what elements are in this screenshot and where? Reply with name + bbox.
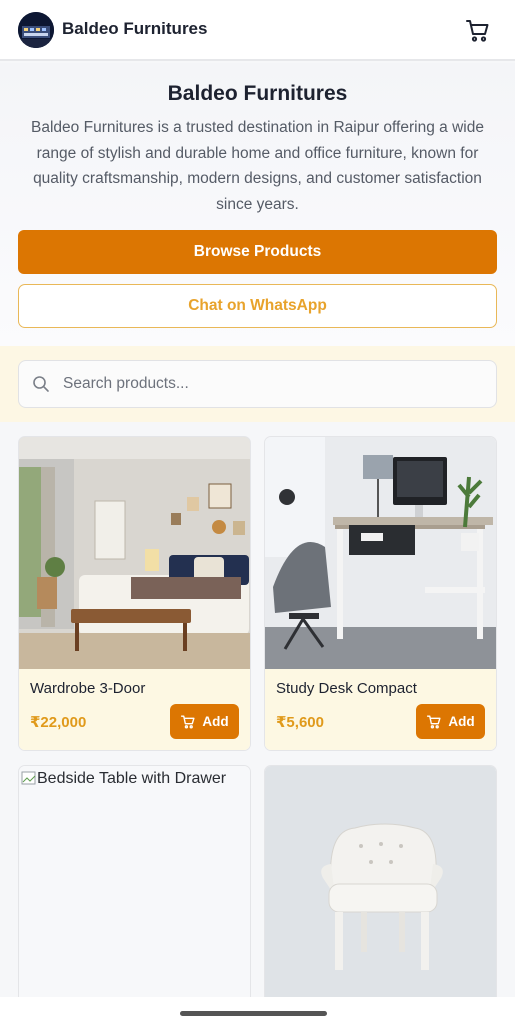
- product-card[interactable]: Wardrobe 3-Door ₹22,000 Add: [18, 436, 251, 751]
- search-section: [0, 346, 515, 422]
- system-home-bar: [0, 997, 515, 1024]
- product-price: ₹5,600: [276, 714, 324, 731]
- product-image[interactable]: Bedside Table with Drawer: [19, 766, 250, 998]
- search-input[interactable]: [63, 371, 483, 397]
- search-box[interactable]: [18, 360, 497, 408]
- brand-name[interactable]: Baldeo Furnitures: [62, 19, 207, 39]
- product-card[interactable]: Bedside Table with Drawer: [18, 765, 251, 1005]
- hero-description: Baldeo Furnitures is a trusted destinati…: [31, 119, 484, 213]
- product-card[interactable]: Study Desk Compact ₹5,600 Add: [264, 436, 497, 751]
- product-price: ₹22,000: [30, 714, 87, 731]
- add-label: Add: [448, 714, 475, 729]
- product-name[interactable]: Wardrobe 3-Door: [30, 680, 145, 697]
- product-info: Wardrobe 3-Door ₹22,000 Add: [19, 669, 250, 750]
- hero-title: Baldeo Furnitures: [167, 82, 348, 105]
- chat-whatsapp-button[interactable]: Chat on WhatsApp: [18, 284, 497, 328]
- product-card[interactable]: [264, 765, 497, 1005]
- product-info: Study Desk Compact ₹5,600 Add: [265, 669, 496, 750]
- product-image[interactable]: [265, 437, 496, 669]
- add-label: Add: [202, 714, 229, 729]
- cart-icon: [181, 715, 195, 729]
- add-to-cart-button[interactable]: Add: [416, 704, 485, 739]
- product-name[interactable]: Study Desk Compact: [276, 680, 417, 697]
- shopping-cart-icon: [466, 20, 489, 42]
- search-icon: [33, 376, 49, 392]
- product-image[interactable]: [19, 437, 250, 669]
- add-to-cart-button[interactable]: Add: [170, 704, 239, 739]
- cart-icon: [427, 715, 441, 729]
- home-indicator[interactable]: [180, 1011, 327, 1016]
- image-alt-text: Bedside Table with Drawer: [37, 770, 227, 787]
- hero-section: Baldeo Furnitures Baldeo Furnitures is a…: [0, 63, 515, 346]
- brand-logo[interactable]: [18, 12, 54, 48]
- cart-button[interactable]: [462, 16, 492, 44]
- broken-image-icon: [21, 771, 36, 785]
- top-bar: Baldeo Furnitures: [0, 0, 515, 61]
- browse-products-button[interactable]: Browse Products: [18, 230, 497, 274]
- product-image[interactable]: [265, 766, 496, 998]
